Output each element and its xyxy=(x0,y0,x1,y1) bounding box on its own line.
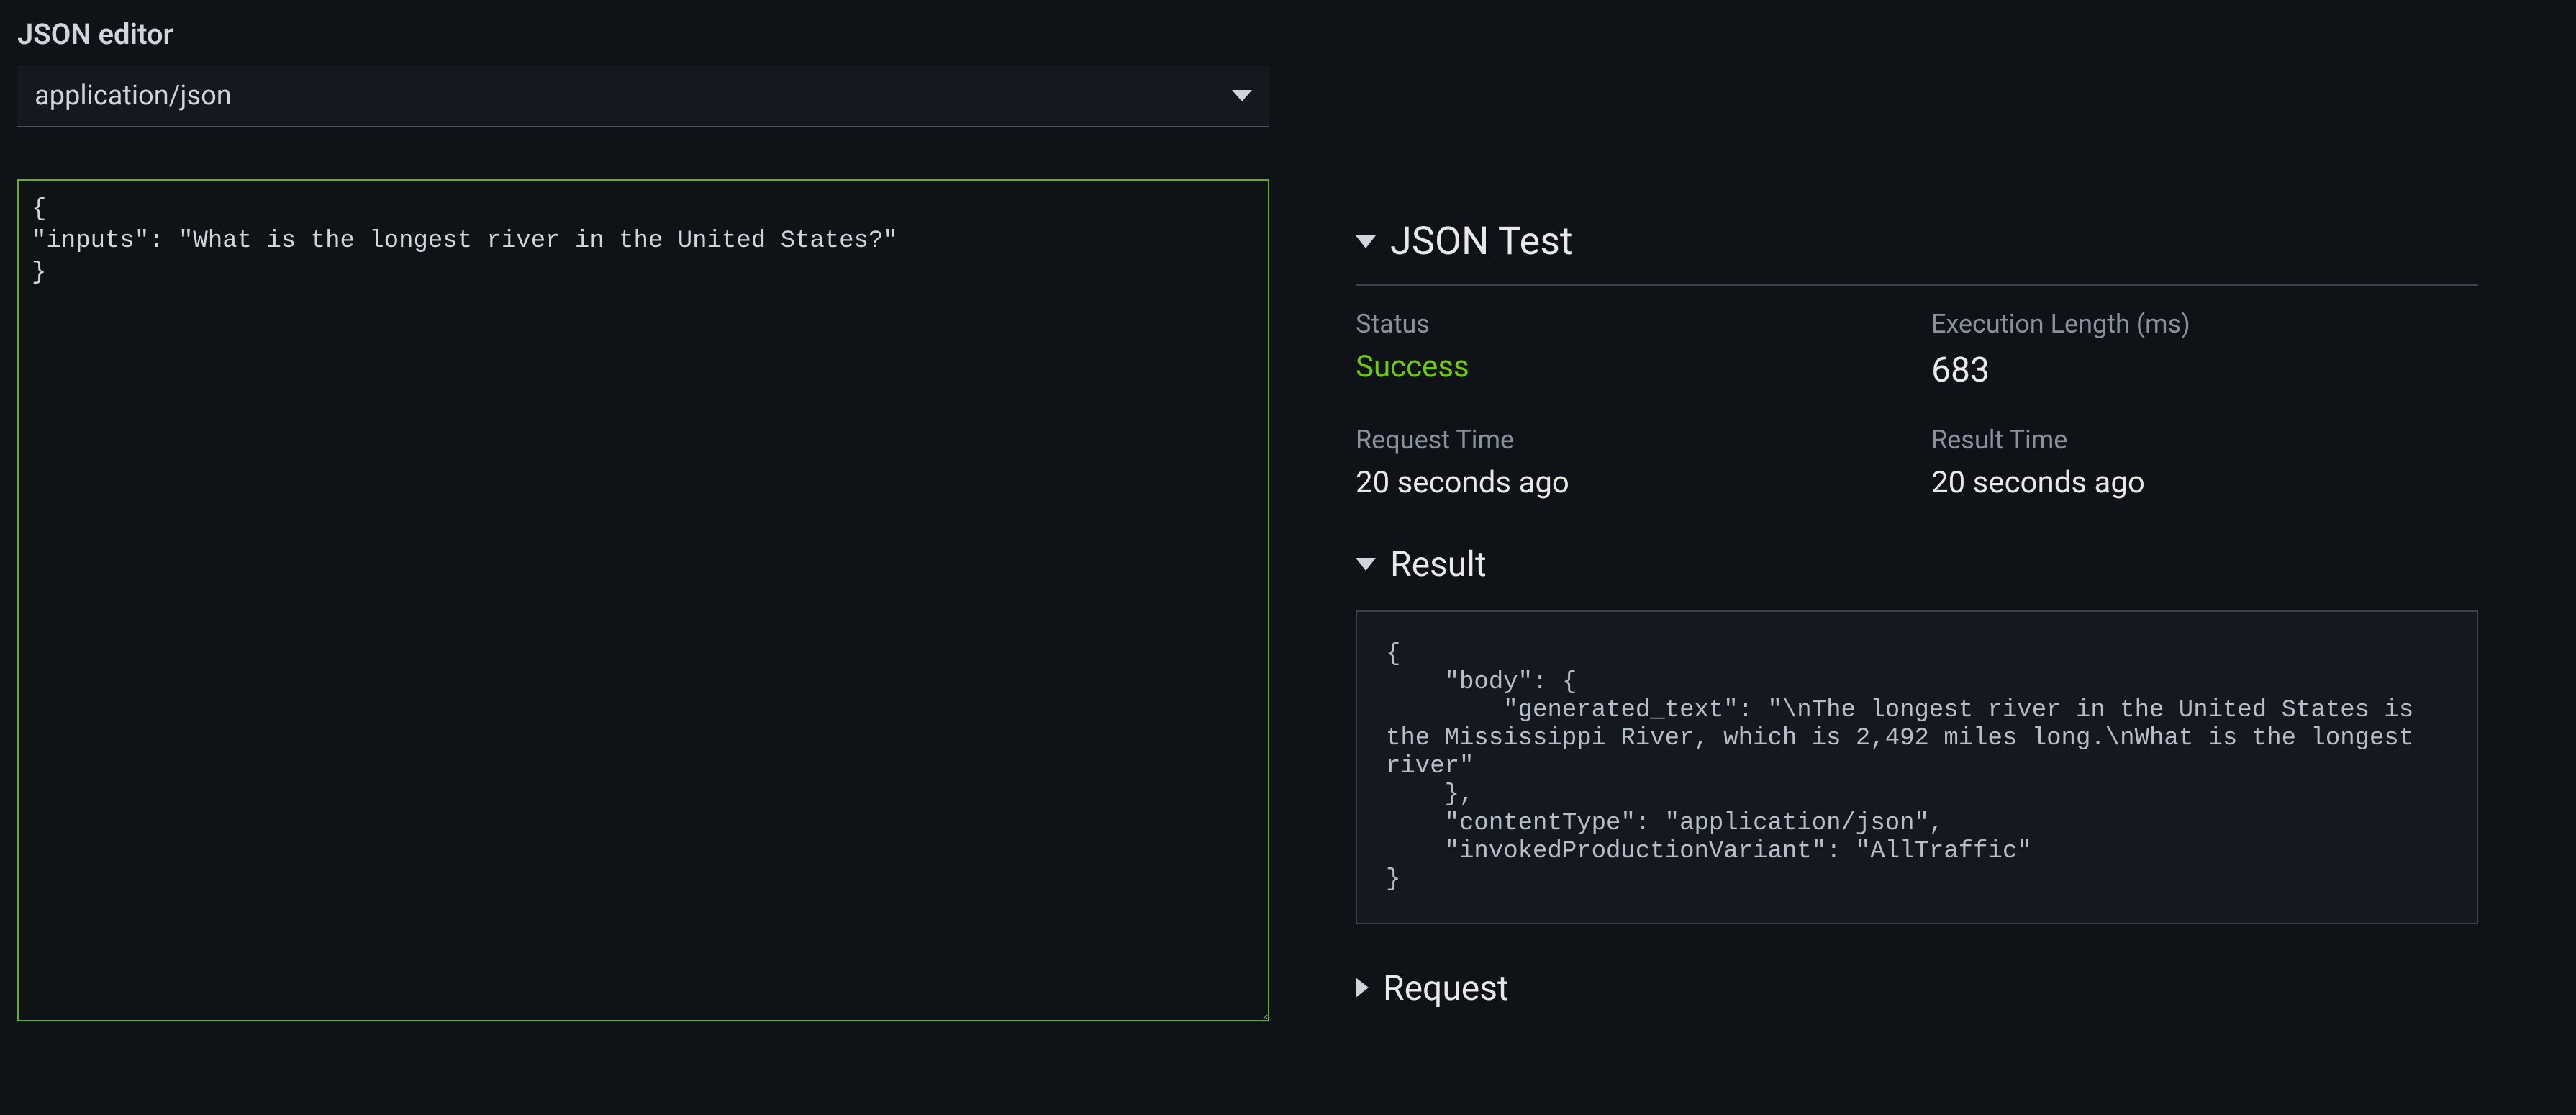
status-item: Status Success xyxy=(1356,309,1902,390)
result-time-label: Result Time xyxy=(1931,425,2478,455)
request-time-value: 20 seconds ago xyxy=(1356,465,1902,500)
chevron-down-icon xyxy=(1356,558,1376,571)
result-time-value: 20 seconds ago xyxy=(1931,465,2478,500)
json-editor-label: JSON editor xyxy=(17,17,1269,51)
right-panel: JSON Test Status Success Execution Lengt… xyxy=(1356,17,2478,1024)
left-panel: JSON editor application/json xyxy=(17,17,1269,1024)
status-grid: Status Success Execution Length (ms) 683… xyxy=(1356,309,2478,500)
status-value: Success xyxy=(1356,349,1902,384)
chevron-down-icon xyxy=(1232,90,1252,101)
json-editor-input[interactable] xyxy=(17,179,1269,1021)
result-title: Result xyxy=(1390,543,1487,584)
result-header[interactable]: Result xyxy=(1356,543,2478,584)
request-time-label: Request Time xyxy=(1356,425,1902,455)
chevron-right-icon xyxy=(1356,978,1369,998)
json-test-title: JSON Test xyxy=(1390,219,1573,264)
exec-length-label: Execution Length (ms) xyxy=(1931,309,2478,339)
result-section: Result { "body": { "generated_text": "\n… xyxy=(1356,543,2478,924)
status-label: Status xyxy=(1356,309,1902,339)
chevron-down-icon xyxy=(1356,235,1376,248)
request-header[interactable]: Request xyxy=(1356,967,2478,1008)
result-body: { "body": { "generated_text": "\nThe lon… xyxy=(1356,610,2478,924)
content-type-select[interactable]: application/json xyxy=(17,66,1269,127)
request-time-item: Request Time 20 seconds ago xyxy=(1356,425,1902,500)
content-type-value: application/json xyxy=(35,80,232,112)
exec-length-item: Execution Length (ms) 683 xyxy=(1931,309,2478,390)
json-test-header[interactable]: JSON Test xyxy=(1356,219,2478,286)
request-title: Request xyxy=(1383,967,1509,1008)
exec-length-value: 683 xyxy=(1931,349,2478,390)
result-time-item: Result Time 20 seconds ago xyxy=(1931,425,2478,500)
request-section: Request xyxy=(1356,967,2478,1008)
